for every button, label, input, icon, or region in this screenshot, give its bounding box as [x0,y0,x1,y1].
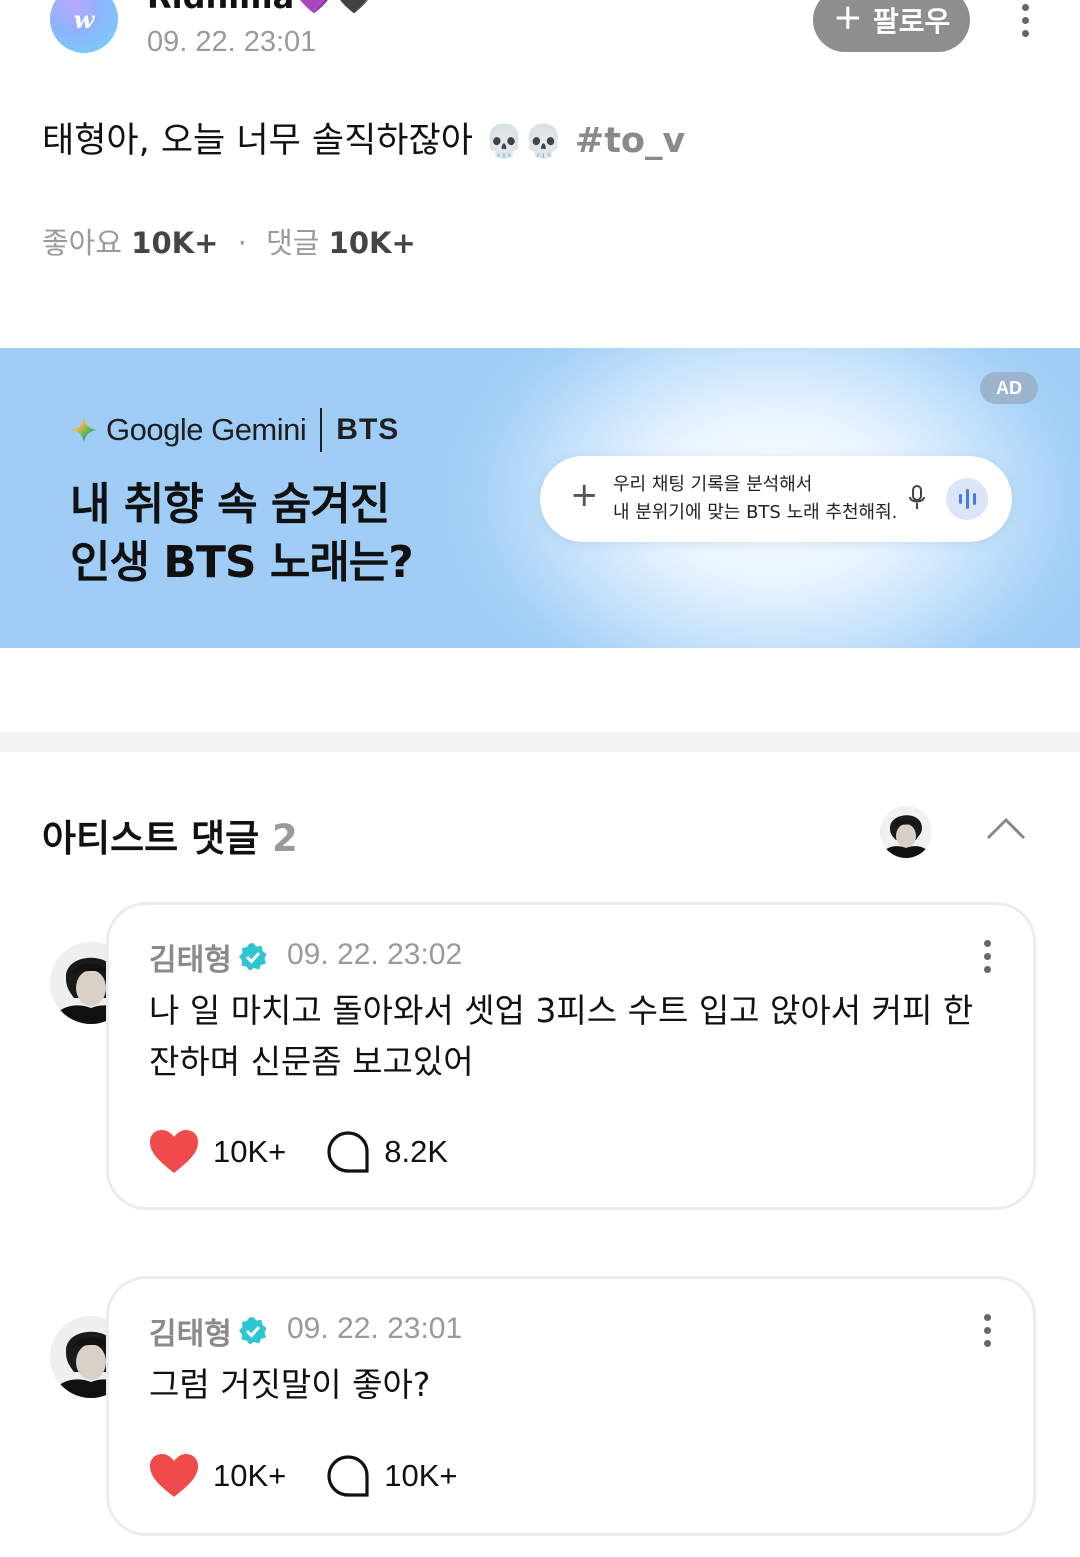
comment-reply-count: 8.2K [384,1134,449,1169]
artist-thumbnail-avatar[interactable] [880,806,932,858]
ad-headline: 내 취향 속 숨겨진 인생 BTS 노래는? [70,476,414,592]
comment-more-options-icon[interactable] [981,1314,993,1347]
artist-comments-count: 2 [272,817,298,860]
comment-like-count: 10K+ [213,1458,287,1493]
artist-comment-card[interactable]: 김태형 09. 22. 23:02 나 일 마치고 돌아와서 셋업 3피스 수트… [106,902,1036,1210]
heart-icon[interactable] [149,1453,199,1499]
ad-partner-name: BTS [336,413,400,446]
plus-icon: + [832,0,863,38]
comment-more-options-icon[interactable] [981,940,993,973]
comment-actions: 10K+ 10K+ [149,1453,458,1499]
verified-badge-icon [238,943,267,971]
microphone-icon [909,485,925,509]
reply-bubble-icon[interactable] [326,1454,370,1498]
comments-label: 댓글 [266,226,320,260]
likes-label: 좋아요 [42,226,123,260]
post-stats: 좋아요 10K+ · 댓글 10K+ [42,220,416,262]
comment-actions: 10K+ 8.2K [149,1129,448,1175]
comments-count[interactable]: 10K+ [329,226,416,260]
post-author-name[interactable]: Ridhima💜🖤 [147,0,374,16]
voice-wave-icon [946,478,988,520]
follow-button[interactable]: + 팔로우 [813,0,970,52]
comment-text: 나 일 마치고 돌아와서 셋업 3피스 수트 입고 앉아서 커피 한잔하며 신문… [149,991,974,1081]
comment-author-name: 김태형 [149,1317,232,1352]
ad-prompt-line2: 내 분위기에 맞는 BTS 노래 추천해줘. [613,502,898,523]
ad-banner[interactable]: AD Google Gemini BTS 내 취향 속 숨겨진 인생 BTS 노… [0,348,1080,648]
post-text: 태형아, 오늘 너무 솔직하잖아 [42,121,473,161]
section-divider [0,732,1080,752]
ad-chat-prompt: + 우리 채팅 기록을 분석해서 내 분위기에 맞는 BTS 노래 추천해줘. [540,456,1012,542]
chevron-up-icon[interactable] [985,812,1027,842]
ad-prompt-line1: 우리 채팅 기록을 분석해서 [613,474,813,495]
ad-prompt-text: 우리 채팅 기록을 분석해서 내 분위기에 맞는 BTS 노래 추천해줘. [613,471,897,527]
ad-badge: AD [980,372,1038,404]
author-avatar[interactable]: w [50,0,118,53]
heart-icon[interactable] [149,1129,199,1175]
ad-brand-name: Google Gemini [106,412,307,447]
comment-reply-count: 10K+ [384,1458,458,1493]
ad-headline-line1: 내 취향 속 숨겨진 [70,479,390,530]
post-hashtag[interactable]: #to_v [575,121,685,161]
ad-headline-line2: 인생 BTS 노래는? [70,537,414,588]
artist-comments-header: 아티스트 댓글 2 [42,808,298,862]
comment-text: 그럼 거짓말이 좋아? [149,1365,431,1404]
skull-emoji: 💀💀 [484,122,564,160]
gemini-spark-icon [71,417,97,443]
post-timestamp: 09. 22. 23:01 [147,26,317,58]
comment-like-count: 10K+ [213,1134,287,1169]
brand-divider [320,408,323,452]
artist-comment-card[interactable]: 김태형 09. 22. 23:01 그럼 거짓말이 좋아? 10K+ 10K+ [106,1276,1036,1536]
comment-timestamp: 09. 22. 23:01 [287,1312,463,1345]
stats-separator: · [237,226,247,260]
post-header: w Ridhima💜🖤 09. 22. 23:01 + 팔로우 [0,0,1080,90]
plus-icon: + [570,475,599,515]
likes-count[interactable]: 10K+ [131,226,218,260]
avatar-logo-letter: w [73,4,95,34]
follow-button-label: 팔로우 [872,5,951,38]
post-more-options-icon[interactable] [1019,4,1031,37]
ad-brand: Google Gemini BTS [70,408,399,452]
comment-author-name: 김태형 [149,943,232,978]
artist-comments-title: 아티스트 댓글 [42,817,260,860]
post-body: 태형아, 오늘 너무 솔직하잖아 💀💀 #to_v [42,112,685,163]
comment-author[interactable]: 김태형 [149,1309,268,1353]
comment-author[interactable]: 김태형 [149,935,268,979]
verified-badge-icon [238,1317,267,1345]
comment-timestamp: 09. 22. 23:02 [287,938,463,971]
reply-bubble-icon[interactable] [326,1130,370,1174]
